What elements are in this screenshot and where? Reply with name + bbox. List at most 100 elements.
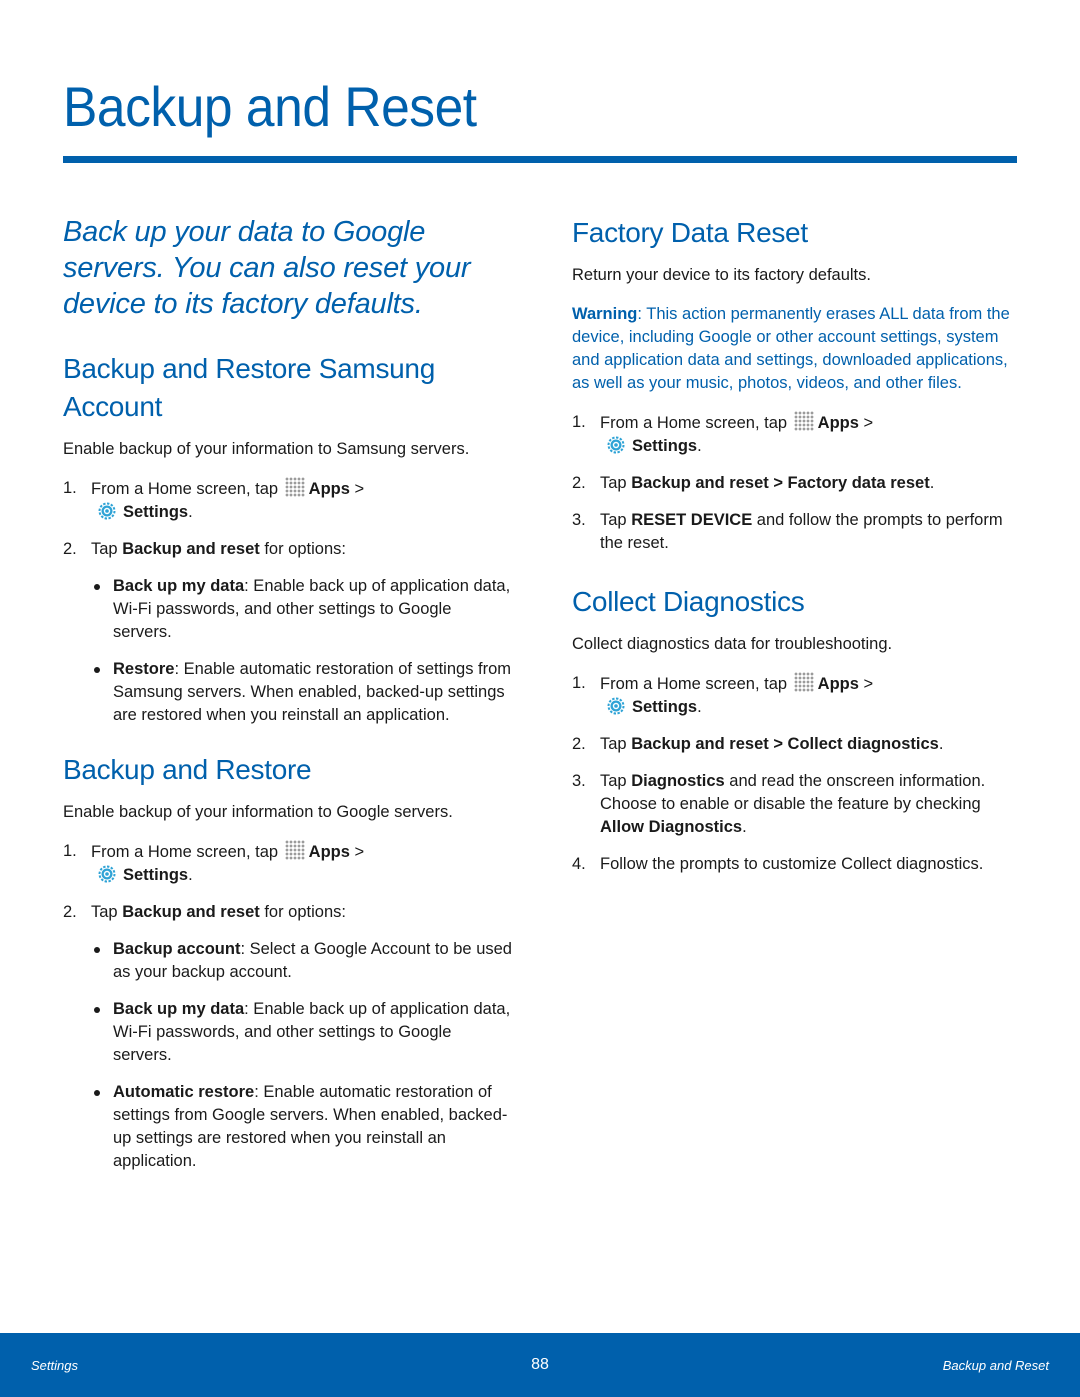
separator: > bbox=[858, 675, 874, 693]
option-item: Backup account: Select a Google Account … bbox=[91, 938, 513, 984]
separator: > bbox=[349, 843, 365, 861]
settings-label: Settings bbox=[123, 503, 189, 521]
option-reference: Allow Diagnostics bbox=[600, 818, 743, 836]
warning-text: : This action permanently erases ALL dat… bbox=[572, 305, 1010, 392]
step-text: Tap bbox=[600, 772, 632, 790]
section-factory-reset: Factory Data Reset Return your device to… bbox=[572, 214, 1022, 555]
section-description: Collect diagnostics data for troubleshoo… bbox=[572, 635, 893, 653]
step-text: for options: bbox=[259, 540, 346, 558]
page-title: Backup and Reset bbox=[63, 75, 477, 138]
page-number: 88 bbox=[531, 1356, 549, 1373]
section-collect-diagnostics: Collect Diagnostics Collect diagnostics … bbox=[572, 583, 1022, 876]
section-description: Enable backup of your information to Sam… bbox=[63, 440, 470, 458]
step-text: Tap bbox=[600, 474, 632, 492]
gear-icon bbox=[606, 696, 626, 716]
option-term: Back up my data bbox=[113, 1000, 245, 1018]
step-number: 2. bbox=[572, 474, 586, 492]
punctuation: . bbox=[697, 437, 702, 455]
step-text: Tap bbox=[600, 735, 632, 753]
menu-path: Backup and reset bbox=[122, 903, 260, 921]
page-footer: Settings 88 Backup and Reset bbox=[0, 1333, 1080, 1397]
step-number: 1. bbox=[572, 413, 586, 431]
option-term: Backup account bbox=[113, 940, 241, 958]
apps-label: Apps bbox=[308, 843, 350, 861]
step-item: 2. Tap Backup and reset for options: Bac… bbox=[63, 901, 513, 1173]
step-number: 4. bbox=[572, 855, 586, 873]
step-item: 2. Tap Backup and reset for options: Bac… bbox=[63, 538, 513, 727]
section-heading: Collect Diagnostics bbox=[572, 586, 805, 617]
right-column: Factory Data Reset Return your device to… bbox=[572, 214, 1022, 890]
step-text: Tap bbox=[91, 540, 123, 558]
separator: > bbox=[858, 414, 874, 432]
menu-path: Backup and reset > Collect diagnostics bbox=[631, 735, 939, 753]
step-number: 3. bbox=[572, 772, 586, 790]
step-item: 1. From a Home screen, tap Apps > Settin… bbox=[572, 411, 1022, 458]
step-item: 2. Tap Backup and reset > Collect diagno… bbox=[572, 733, 1022, 756]
step-number: 2. bbox=[63, 903, 77, 921]
footer-section: Backup and Reset bbox=[942, 1358, 1049, 1373]
step-item: 3. Tap Diagnostics and read the onscreen… bbox=[572, 770, 1022, 839]
punctuation: . bbox=[188, 866, 193, 884]
punctuation: . bbox=[188, 503, 193, 521]
step-number: 2. bbox=[572, 735, 586, 753]
step-text: Tap bbox=[91, 903, 123, 921]
left-column: Back up your data to Google servers. You… bbox=[63, 214, 513, 1187]
steps-list: 1. From a Home screen, tap Apps > Settin… bbox=[572, 411, 1022, 555]
steps-list: 1. From a Home screen, tap Apps > Settin… bbox=[572, 672, 1022, 876]
gear-icon bbox=[97, 864, 117, 884]
punctuation: . bbox=[697, 698, 702, 716]
warning-note: Warning: This action permanently erases … bbox=[572, 303, 1022, 395]
section-backup-restore: Backup and Restore Enable backup of your… bbox=[63, 751, 513, 1173]
punctuation: . bbox=[742, 818, 747, 836]
step-item: 3. Tap RESET DEVICE and follow the promp… bbox=[572, 509, 1022, 555]
options-list: Back up my data: Enable back up of appli… bbox=[91, 575, 513, 727]
section-description: Return your device to its factory defaul… bbox=[572, 266, 871, 284]
step-text: Tap bbox=[600, 511, 632, 529]
step-item: 1. From a Home screen, tap Apps > Settin… bbox=[572, 672, 1022, 719]
section-description: Enable backup of your information to Goo… bbox=[63, 803, 453, 821]
steps-list: 1. From a Home screen, tap Apps > Settin… bbox=[63, 477, 513, 727]
step-text: From a Home screen, tap bbox=[91, 843, 279, 861]
step-item: 1. From a Home screen, tap Apps > Settin… bbox=[63, 477, 513, 524]
step-number: 2. bbox=[63, 540, 77, 558]
section-heading: Backup and Restore bbox=[63, 754, 312, 785]
settings-label: Settings bbox=[632, 437, 698, 455]
step-number: 1. bbox=[572, 674, 586, 692]
option-item: Back up my data: Enable back up of appli… bbox=[91, 575, 513, 644]
options-list: Backup account: Select a Google Account … bbox=[91, 938, 513, 1173]
option-term: Back up my data bbox=[113, 577, 245, 595]
step-text: for options: bbox=[259, 903, 346, 921]
step-item: 2. Tap Backup and reset > Factory data r… bbox=[572, 472, 1022, 495]
step-item: 4. Follow the prompts to customize Colle… bbox=[572, 853, 1022, 876]
step-text: From a Home screen, tap bbox=[600, 675, 788, 693]
punctuation: . bbox=[938, 735, 944, 753]
settings-label: Settings bbox=[632, 698, 698, 716]
step-number: 1. bbox=[63, 479, 77, 497]
button-reference: RESET DEVICE bbox=[631, 511, 753, 529]
apps-label: Apps bbox=[308, 480, 350, 498]
section-heading: Backup and Restore Samsung Account bbox=[63, 353, 435, 422]
steps-list: 1. From a Home screen, tap Apps > Settin… bbox=[63, 840, 513, 1173]
apps-grid-icon bbox=[284, 840, 305, 860]
step-item: 1. From a Home screen, tap Apps > Settin… bbox=[63, 840, 513, 887]
intro-text: Back up your data to Google servers. You… bbox=[63, 216, 471, 320]
option-item: Back up my data: Enable back up of appli… bbox=[91, 998, 513, 1067]
option-item: Automatic restore: Enable automatic rest… bbox=[91, 1081, 513, 1173]
apps-label: Apps bbox=[817, 675, 859, 693]
section-heading: Factory Data Reset bbox=[572, 217, 808, 248]
menu-path: Backup and reset bbox=[122, 540, 260, 558]
option-term: Automatic restore bbox=[113, 1083, 255, 1101]
apps-grid-icon bbox=[284, 477, 305, 497]
title-divider bbox=[63, 156, 1017, 163]
menu-path: Backup and reset > Factory data reset bbox=[631, 474, 930, 492]
apps-grid-icon bbox=[793, 672, 814, 692]
step-number: 3. bbox=[572, 511, 586, 529]
step-text: Follow the prompts to customize Collect … bbox=[600, 855, 984, 873]
gear-icon bbox=[97, 501, 117, 521]
settings-label: Settings bbox=[123, 866, 189, 884]
punctuation: . bbox=[929, 474, 935, 492]
separator: > bbox=[349, 480, 365, 498]
menu-reference: Diagnostics bbox=[631, 772, 725, 790]
warning-label: Warning bbox=[572, 305, 638, 323]
step-number: 1. bbox=[63, 842, 77, 860]
